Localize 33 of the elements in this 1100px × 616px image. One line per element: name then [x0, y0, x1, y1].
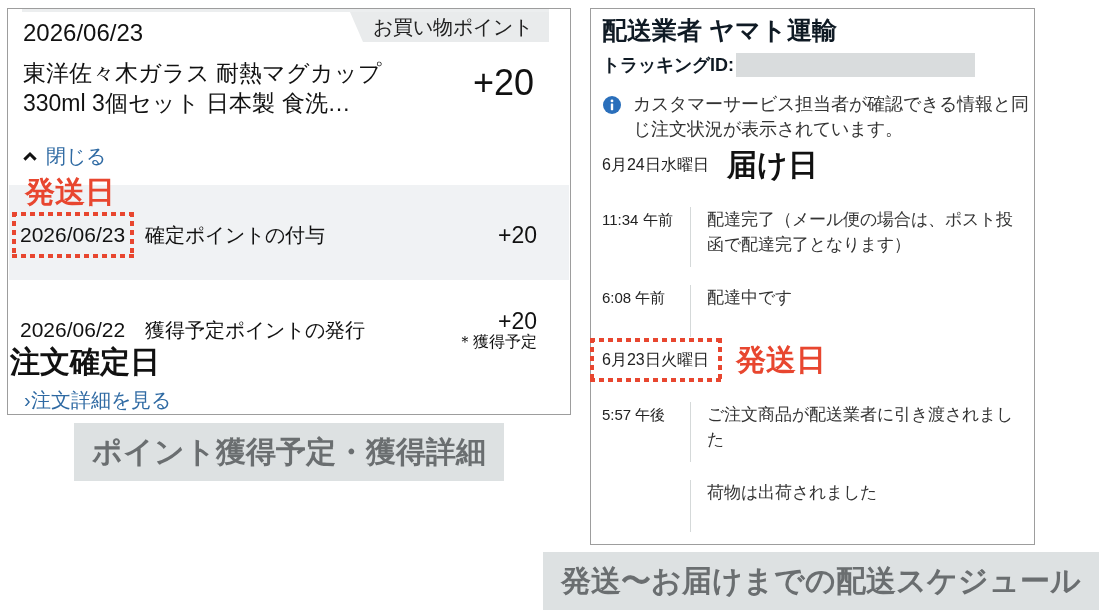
event-description: 荷物は出荷されました	[707, 482, 878, 504]
points-value: +20	[498, 309, 537, 333]
event-description: 配達完了（メール便の場合は、ポスト投函で配達完了となります）	[707, 209, 1014, 256]
event-time: 6:08 午前	[602, 288, 667, 308]
info-icon	[603, 96, 621, 114]
event-description: 配達中です	[707, 287, 793, 309]
annotation-text: 届け日	[726, 148, 818, 182]
points-value: +20	[472, 63, 534, 103]
date-text: 2026/06/23	[23, 20, 144, 46]
caret-icon	[23, 151, 37, 161]
note-text: ＊獲得予定	[457, 333, 537, 351]
carrier-title: 配送業者 ヤマト運輸	[602, 15, 837, 46]
date-text: 6月24日水曜日	[602, 155, 709, 175]
annotation-text: 発送日	[25, 175, 115, 209]
points-value: +20	[498, 223, 537, 247]
category-badge: お買い物ポイント	[350, 12, 549, 42]
product-title: 東洋佐々木ガラス 耐熱マグカップ 330ml 3個セット 日本製 食洗…	[23, 59, 384, 118]
date-text: 6月23日火曜日	[602, 350, 709, 370]
event-time: 11:34 午前	[602, 210, 674, 230]
history-description: 確定ポイントの付与	[145, 223, 327, 247]
history-description: 獲得予定ポイントの発行	[145, 318, 367, 342]
annotation-text: 注文確定日	[10, 345, 160, 379]
collapse-link[interactable]: 閉じる	[23, 144, 106, 168]
caption-label: ポイント獲得予定・獲得詳細	[74, 423, 504, 481]
date-text: 2026/06/22	[20, 318, 126, 342]
notice-text: カスタマーサービス担当者が確認できる情報と同じ注文状況が表示されています。	[633, 93, 1030, 141]
order-details-link[interactable]: ›注文詳細を見る	[24, 388, 171, 412]
annotation-text: 発送日	[735, 343, 826, 377]
event-description: ご注文商品が配送業者に引き渡されました	[707, 404, 1014, 451]
date-text: 2026/06/23	[20, 223, 126, 247]
caption-label: 発送〜お届けまでの配送スケジュール	[543, 552, 1099, 610]
event-time: 5:57 午後	[602, 405, 667, 425]
tracking-label: トラッキングID:	[602, 54, 734, 77]
